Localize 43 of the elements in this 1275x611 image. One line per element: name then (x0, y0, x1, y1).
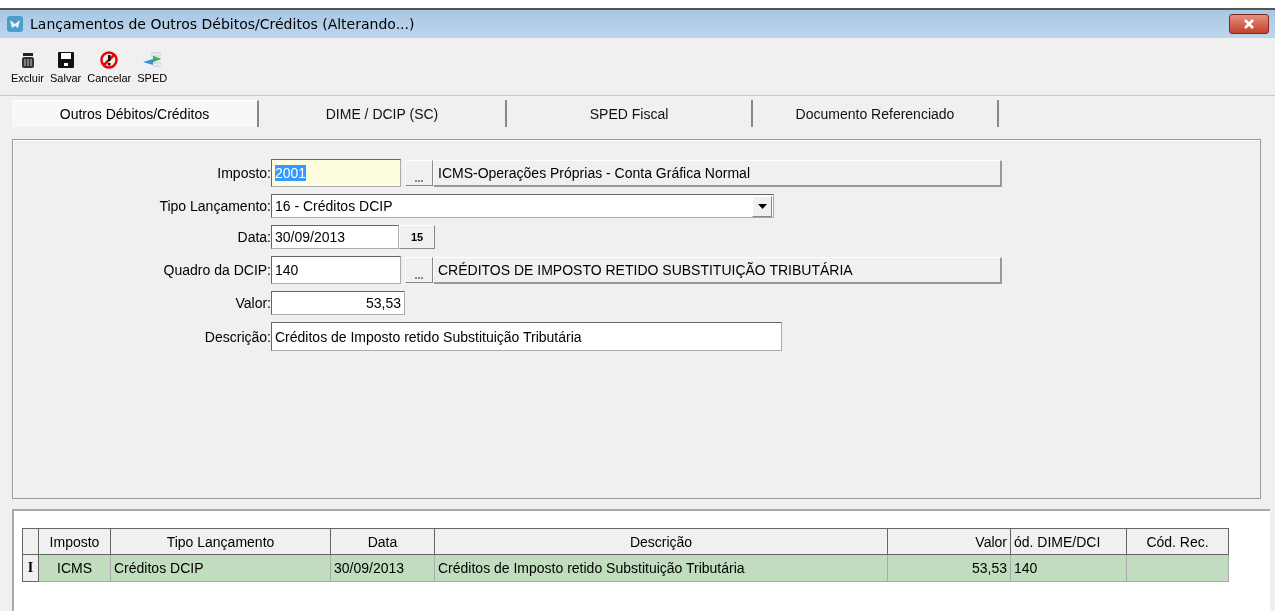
table-cell: 53,53 (887, 554, 1011, 582)
close-icon (1242, 19, 1256, 29)
table-cell: 140 (1010, 554, 1127, 582)
table-cell: Créditos DCIP (110, 554, 331, 582)
field-label: Data: (236, 229, 271, 245)
table-cell: Créditos de Imposto retido Substituição Tributária (434, 554, 888, 582)
column-header[interactable]: Valor (887, 528, 1011, 555)
lookup-button[interactable] (405, 160, 433, 186)
column-header[interactable]: Tipo Lançamento (110, 528, 331, 555)
cancel-icon (99, 50, 120, 70)
date-field[interactable]: 30/09/2013 (271, 225, 399, 249)
table-cell: 30/09/2013 (330, 554, 435, 582)
table-cell: ICMS (38, 554, 111, 582)
field-label: Quadro da DCIP: (162, 262, 271, 278)
window-title: Lançamentos de Outros Débitos/Créditos (Alterando...) (30, 16, 416, 32)
lookup-description: CRÉDITOS DE IMPOSTO RETIDO SUBSTITUIÇÃO TRIBUTÁRIA (433, 257, 1001, 283)
input-field[interactable]: 140 (271, 256, 401, 284)
ellipsis-icon (414, 276, 424, 280)
lookup-description: ICMS-Operações Próprias - Conta Gráfica Normal (433, 160, 1001, 186)
ellipsis-icon (414, 179, 424, 183)
dropdown[interactable]: 16 - Créditos DCIP (271, 194, 774, 218)
column-header[interactable]: Data (330, 528, 435, 555)
row-indicator: I (22, 554, 39, 582)
column-header[interactable]: ód. DIME/DCI (1010, 528, 1127, 555)
field-label: Tipo Lançamento: (158, 198, 271, 214)
column-header[interactable]: Cód. Rec. (1126, 528, 1229, 555)
column-header[interactable]: Imposto (38, 528, 111, 555)
input-field[interactable]: 53,53 (271, 291, 405, 315)
field-label: Imposto: (216, 165, 271, 181)
app-icon (6, 15, 24, 33)
field-label: Descrição: (203, 328, 271, 345)
toolbar-button[interactable]: Excluir (8, 50, 47, 95)
toolbar-button[interactable]: SPED (134, 50, 171, 95)
column-header[interactable]: Descrição (434, 528, 888, 555)
field-label: Valor: (234, 295, 271, 311)
toolbar-button[interactable]: Cancelar (84, 50, 135, 95)
caret-icon (757, 203, 767, 209)
calendar-button[interactable]: 15 (399, 225, 435, 249)
toolbar-button[interactable]: Salvar (47, 50, 85, 95)
tab[interactable]: Outros Débitos/Créditos (12, 100, 259, 127)
lookup-button[interactable] (405, 257, 433, 283)
input-field[interactable]: Créditos de Imposto retido Substituição Tributária (271, 322, 782, 351)
close-button[interactable] (1229, 14, 1269, 34)
